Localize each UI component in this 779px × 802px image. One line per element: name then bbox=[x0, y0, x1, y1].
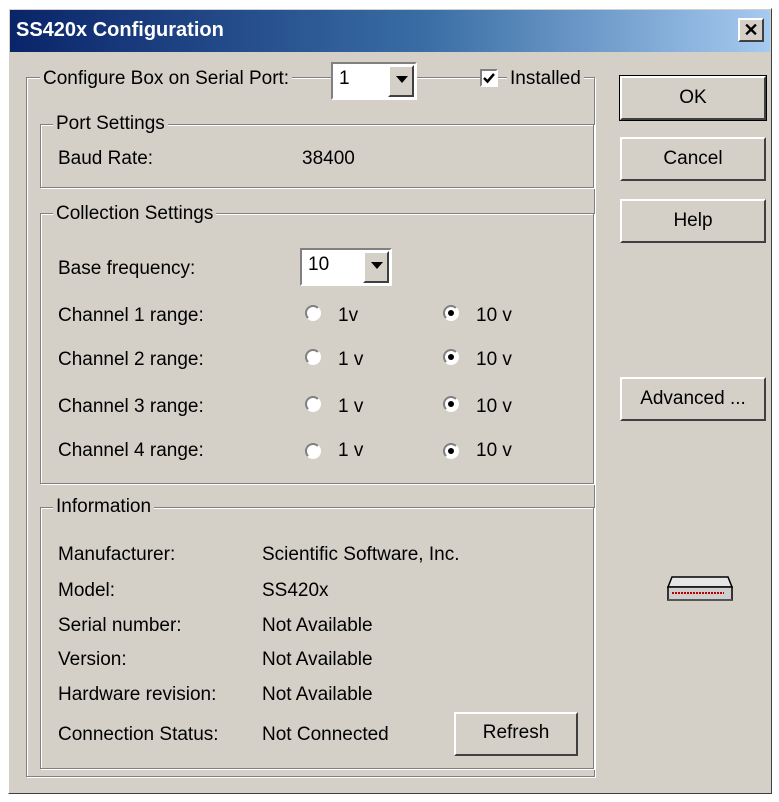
chevron-down-icon[interactable] bbox=[388, 65, 414, 97]
info-value-connection: Not Connected bbox=[262, 724, 389, 745]
chevron-down-icon[interactable] bbox=[363, 251, 389, 283]
configure-label: Configure Box on Serial Port: bbox=[40, 68, 293, 90]
info-label-version: Version: bbox=[58, 649, 127, 670]
channel-3-opt2-label[interactable]: 10 v bbox=[476, 396, 512, 418]
channel-3-label: Channel 3 range: bbox=[58, 396, 204, 417]
serial-port-value: 1 bbox=[339, 68, 350, 89]
info-value-version: Not Available bbox=[262, 649, 373, 670]
info-value-hardware: Not Available bbox=[262, 684, 373, 705]
info-label-hardware: Hardware revision: bbox=[58, 684, 217, 705]
title-bar[interactable]: SS420x Configuration ✕ bbox=[10, 10, 770, 52]
info-value-model: SS420x bbox=[262, 580, 329, 601]
dialog: SS420x Configuration ✕ Configure Box on … bbox=[0, 0, 779, 802]
collection-settings-title: Collection Settings bbox=[53, 203, 217, 225]
port-settings-title: Port Settings bbox=[53, 113, 168, 135]
info-label-model: Model: bbox=[58, 580, 116, 601]
channel-3-radio-1v[interactable] bbox=[305, 396, 321, 412]
channel-2-radio-10v[interactable] bbox=[443, 349, 459, 365]
ok-button[interactable]: OK bbox=[619, 75, 767, 121]
channel-1-opt2-label[interactable]: 10 v bbox=[476, 305, 512, 327]
info-label-connection: Connection Status: bbox=[58, 724, 219, 745]
channel-1-radio-1v[interactable] bbox=[305, 305, 321, 321]
close-button[interactable]: ✕ bbox=[738, 18, 764, 42]
help-button[interactable]: Help bbox=[620, 199, 766, 243]
cancel-button[interactable]: Cancel bbox=[620, 137, 766, 181]
base-frequency-value: 10 bbox=[308, 254, 330, 275]
info-label-serial: Serial number: bbox=[58, 615, 182, 636]
channel-3-radio-10v[interactable] bbox=[443, 396, 459, 412]
checkmark-icon bbox=[483, 73, 495, 84]
channel-1-opt1-label[interactable]: 1v bbox=[338, 305, 358, 327]
info-label-manufacturer: Manufacturer: bbox=[58, 544, 176, 565]
channel-4-opt1-label[interactable]: 1 v bbox=[338, 440, 363, 462]
channel-3-opt1-label[interactable]: 1 v bbox=[338, 396, 363, 418]
baud-rate-value: 38400 bbox=[302, 148, 355, 169]
info-value-manufacturer: Scientific Software, Inc. bbox=[262, 544, 460, 565]
information-title: Information bbox=[53, 496, 155, 518]
installed-checkbox[interactable] bbox=[480, 69, 498, 87]
base-frequency-label: Base frequency: bbox=[58, 258, 196, 279]
close-icon: ✕ bbox=[743, 20, 759, 40]
channel-4-radio-10v[interactable] bbox=[443, 443, 459, 459]
channel-1-radio-10v[interactable] bbox=[443, 305, 459, 321]
channel-4-radio-1v[interactable] bbox=[305, 443, 321, 459]
serial-port-select[interactable]: 1 bbox=[331, 62, 417, 100]
device-box-icon bbox=[666, 576, 734, 601]
baud-rate-label: Baud Rate: bbox=[58, 148, 154, 169]
channel-2-opt1-label[interactable]: 1 v bbox=[338, 349, 363, 371]
info-value-serial: Not Available bbox=[262, 615, 373, 636]
channel-2-radio-1v[interactable] bbox=[305, 349, 321, 365]
advanced-button[interactable]: Advanced ... bbox=[620, 377, 766, 421]
base-frequency-select[interactable]: 10 bbox=[300, 248, 392, 286]
channel-4-opt2-label[interactable]: 10 v bbox=[476, 440, 512, 462]
channel-1-label: Channel 1 range: bbox=[58, 305, 204, 326]
refresh-button[interactable]: Refresh bbox=[454, 712, 578, 756]
channel-4-label: Channel 4 range: bbox=[58, 440, 204, 461]
window-title: SS420x Configuration bbox=[16, 19, 224, 41]
installed-label[interactable]: Installed bbox=[507, 68, 584, 90]
channel-2-opt2-label[interactable]: 10 v bbox=[476, 349, 512, 371]
channel-2-label: Channel 2 range: bbox=[58, 349, 204, 370]
